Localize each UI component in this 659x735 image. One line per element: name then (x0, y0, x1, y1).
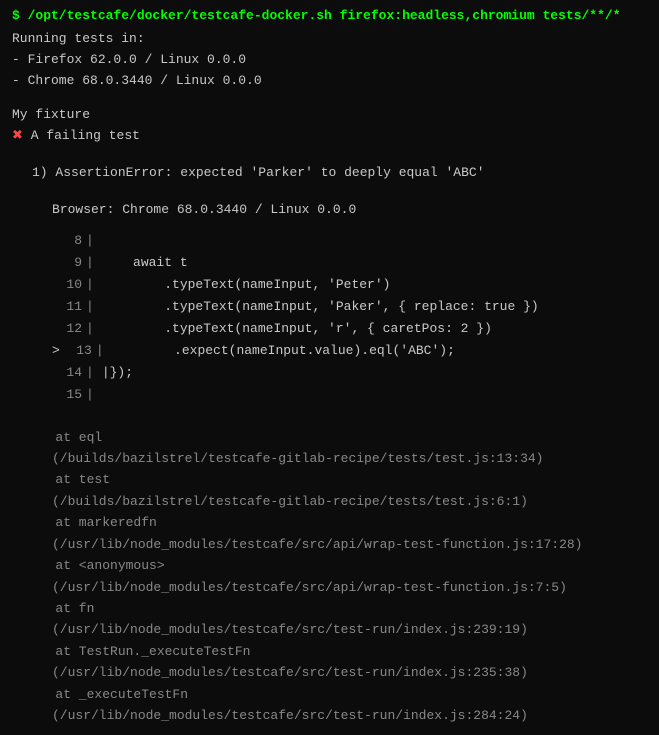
stack-traces: at eql (/builds/bazilstrel/testcafe-gitl… (12, 427, 647, 727)
assertion-msg-text: expected 'Parker' to deeply equal 'ABC' (180, 165, 484, 180)
fixture-label: My fixture (12, 105, 647, 126)
code-line-8: 8 | (52, 230, 647, 252)
command-line: $ /opt/testcafe/docker/testcafe-docker.s… (12, 8, 647, 23)
assertion-error-keyword: AssertionError: (55, 165, 172, 180)
assertion-number: 1) (32, 165, 48, 180)
code-line-14: 14 | |}); (52, 362, 647, 384)
stack-at-fn: at fn (/usr/lib/node_modules/testcafe/sr… (32, 598, 647, 641)
running-header: Running tests in: (12, 29, 647, 50)
fail-test-label: A failing test (31, 128, 140, 143)
code-line-13: > 13 | .expect(nameInput.value).eql('ABC… (52, 340, 647, 362)
assertion-line: 1) AssertionError: expected 'Parker' to … (12, 161, 647, 184)
terminal-window: $ /opt/testcafe/docker/testcafe-docker.s… (12, 8, 647, 727)
stack-at-execute-test-fn: at TestRun._executeTestFn (/usr/lib/node… (32, 641, 647, 684)
browser-info-line: Browser: Chrome 68.0.3440 / Linux 0.0.0 (12, 198, 647, 221)
browser-chrome: - Chrome 68.0.3440 / Linux 0.0.0 (12, 71, 647, 92)
stack-at-eql: at eql (/builds/bazilstrel/testcafe-gitl… (32, 427, 647, 470)
stack-at-anonymous: at <anonymous> (/usr/lib/node_modules/te… (32, 555, 647, 598)
code-block: 8 | 9 | await t 10 | .typeText(nameInput… (12, 230, 647, 407)
stack-at-test: at test (/builds/bazilstrel/testcafe-git… (32, 469, 647, 512)
code-line-12: 12 | .typeText(nameInput, 'r', { caretPo… (52, 318, 647, 340)
fail-line: ✖ A failing test (12, 126, 647, 147)
code-line-10: 10 | .typeText(nameInput, 'Peter') (52, 274, 647, 296)
code-line-9: 9 | await t (52, 252, 647, 274)
code-line-15: 15 | (52, 384, 647, 406)
fail-icon: ✖ (12, 128, 23, 143)
code-line-11: 11 | .typeText(nameInput, 'Paker', { rep… (52, 296, 647, 318)
stack-at-markeredfn: at markeredfn (/usr/lib/node_modules/tes… (32, 512, 647, 555)
stack-at-execute-test-fn-2: at _executeTestFn (/usr/lib/node_modules… (32, 684, 647, 727)
browser-firefox: - Firefox 62.0.0 / Linux 0.0.0 (12, 50, 647, 71)
